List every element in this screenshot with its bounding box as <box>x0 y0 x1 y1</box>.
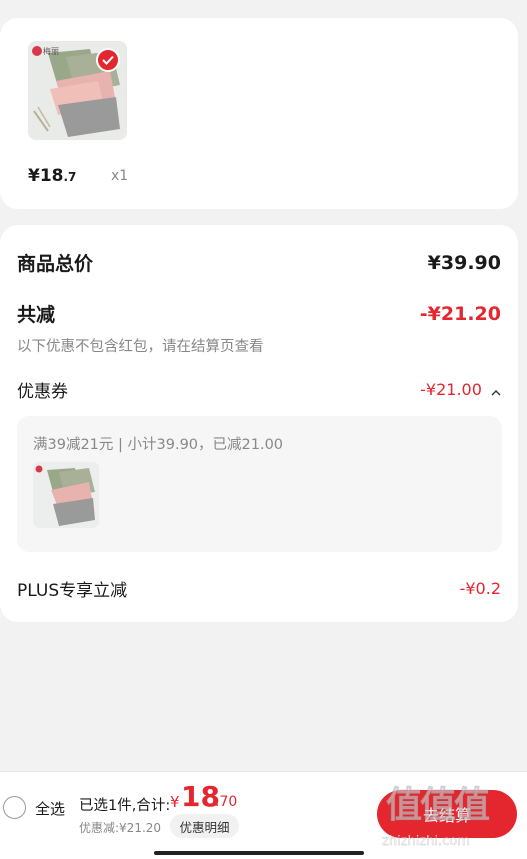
checkout-button[interactable]: 去结算 <box>377 790 517 838</box>
select-all-label[interactable]: 全选 <box>35 798 65 819</box>
product-card: 梅丽 ¥18.7 x1 <box>0 18 518 209</box>
coupon-row[interactable]: 优惠券 -¥21.00 <box>17 377 501 402</box>
plus-label: PLUS专享立减 <box>17 581 128 601</box>
coupon-detail-text: 满39减21元 | 小计39.90，已减21.00 <box>33 437 284 453</box>
selected-count-text: 已选1件,合计: <box>79 798 171 814</box>
price-summary-card: 商品总价 ¥39.90 共减 -¥21.20 以下优惠不包含红包，请在结算页查看… <box>0 225 518 622</box>
checkout-bar: 全选 已选1件,合计: ¥ 18 .70 优惠减:¥21.20 优惠明细 去结算 <box>0 771 527 859</box>
price-int: ¥18 <box>28 166 64 186</box>
total-currency: ¥ <box>170 793 180 811</box>
total-value: ¥39.90 <box>427 251 501 274</box>
plus-value: -¥0.2 <box>459 579 501 598</box>
price-dec: .7 <box>63 170 77 184</box>
total-row: 商品总价 ¥39.90 <box>17 249 501 276</box>
discount-note: 以下优惠不包含红包，请在结算页查看 <box>17 339 264 355</box>
coupon-product-thumbnail[interactable] <box>33 462 99 528</box>
total-label: 商品总价 <box>17 253 94 275</box>
coupon-label: 优惠券 <box>17 382 68 402</box>
product-price: ¥18.7 <box>28 166 76 186</box>
total-amount-dec: .70 <box>215 794 238 810</box>
coupon-value: -¥21.00 <box>420 379 482 399</box>
home-indicator <box>154 851 364 855</box>
discount-detail-button[interactable]: 优惠明细 <box>170 814 239 838</box>
reduce-value: -¥21.20 <box>419 302 501 325</box>
coupon-value-wrap: -¥21.00 <box>420 380 501 400</box>
reduce-row: 共减 -¥21.20 <box>17 300 501 327</box>
plus-row: PLUS专享立减 -¥0.2 <box>17 576 501 601</box>
reduce-label: 共减 <box>17 304 56 326</box>
coupon-detail-box: 满39减21元 | 小计39.90，已减21.00 <box>17 416 502 552</box>
discount-total: 优惠减:¥21.20 <box>79 821 162 835</box>
chevron-up-icon[interactable] <box>491 381 501 400</box>
coupon-product-image <box>33 462 99 528</box>
brand-mark: 梅丽 <box>43 47 59 56</box>
select-all-radio[interactable] <box>3 796 26 819</box>
product-quantity: x1 <box>111 168 129 184</box>
selected-check-icon[interactable] <box>96 48 120 72</box>
